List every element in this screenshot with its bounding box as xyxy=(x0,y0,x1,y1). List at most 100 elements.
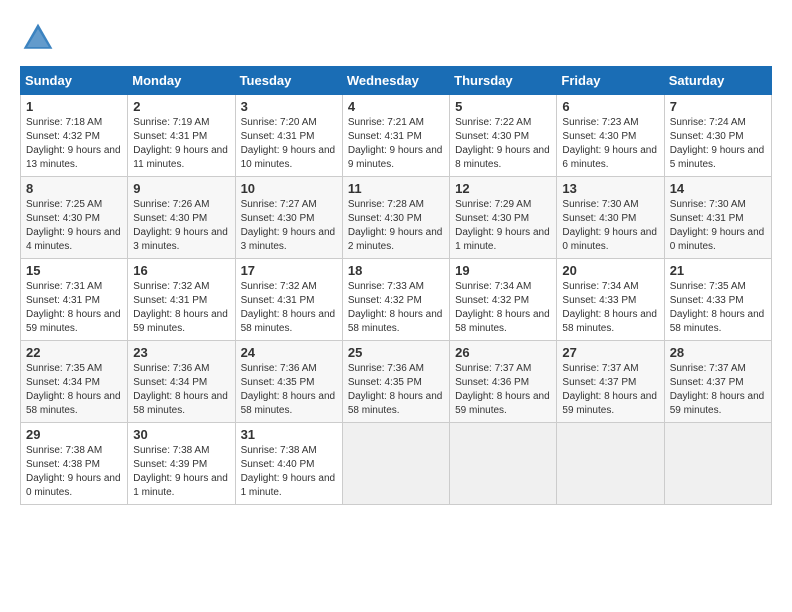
weekday-header-saturday: Saturday xyxy=(664,67,771,95)
day-number: 14 xyxy=(670,181,766,196)
sunrise-time: Sunrise: 7:29 AM xyxy=(455,199,531,210)
day-info: Sunrise: 7:34 AM Sunset: 4:32 PM Dayligh… xyxy=(455,280,551,336)
sunset-time: Sunset: 4:31 PM xyxy=(133,295,207,306)
sunset-time: Sunset: 4:35 PM xyxy=(348,377,422,388)
sunset-time: Sunset: 4:33 PM xyxy=(670,295,744,306)
calendar-table: SundayMondayTuesdayWednesdayThursdayFrid… xyxy=(20,66,772,505)
calendar-cell: 4 Sunrise: 7:21 AM Sunset: 4:31 PM Dayli… xyxy=(342,95,449,177)
day-number: 7 xyxy=(670,99,766,114)
daylight-hours: Daylight: 9 hours and 0 minutes. xyxy=(562,227,657,252)
sunrise-time: Sunrise: 7:35 AM xyxy=(670,281,746,292)
daylight-hours: Daylight: 9 hours and 11 minutes. xyxy=(133,145,228,170)
weekday-header-monday: Monday xyxy=(128,67,235,95)
weekday-header-row: SundayMondayTuesdayWednesdayThursdayFrid… xyxy=(21,67,772,95)
day-number: 12 xyxy=(455,181,551,196)
daylight-hours: Daylight: 9 hours and 13 minutes. xyxy=(26,145,121,170)
sunset-time: Sunset: 4:37 PM xyxy=(562,377,636,388)
sunrise-time: Sunrise: 7:18 AM xyxy=(26,117,102,128)
daylight-hours: Daylight: 9 hours and 2 minutes. xyxy=(348,227,443,252)
calendar-cell: 18 Sunrise: 7:33 AM Sunset: 4:32 PM Dayl… xyxy=(342,259,449,341)
calendar-cell: 17 Sunrise: 7:32 AM Sunset: 4:31 PM Dayl… xyxy=(235,259,342,341)
sunset-time: Sunset: 4:30 PM xyxy=(455,213,529,224)
day-number: 19 xyxy=(455,263,551,278)
calendar-cell: 16 Sunrise: 7:32 AM Sunset: 4:31 PM Dayl… xyxy=(128,259,235,341)
day-info: Sunrise: 7:37 AM Sunset: 4:37 PM Dayligh… xyxy=(670,362,766,418)
daylight-hours: Daylight: 9 hours and 0 minutes. xyxy=(26,473,121,498)
sunrise-time: Sunrise: 7:34 AM xyxy=(562,281,638,292)
day-info: Sunrise: 7:36 AM Sunset: 4:35 PM Dayligh… xyxy=(241,362,337,418)
sunrise-time: Sunrise: 7:28 AM xyxy=(348,199,424,210)
sunrise-time: Sunrise: 7:32 AM xyxy=(241,281,317,292)
day-number: 20 xyxy=(562,263,658,278)
sunset-time: Sunset: 4:36 PM xyxy=(455,377,529,388)
calendar-cell: 29 Sunrise: 7:38 AM Sunset: 4:38 PM Dayl… xyxy=(21,423,128,505)
calendar-cell: 7 Sunrise: 7:24 AM Sunset: 4:30 PM Dayli… xyxy=(664,95,771,177)
sunrise-time: Sunrise: 7:38 AM xyxy=(133,445,209,456)
sunset-time: Sunset: 4:32 PM xyxy=(455,295,529,306)
sunrise-time: Sunrise: 7:23 AM xyxy=(562,117,638,128)
sunset-time: Sunset: 4:35 PM xyxy=(241,377,315,388)
sunset-time: Sunset: 4:40 PM xyxy=(241,459,315,470)
day-info: Sunrise: 7:34 AM Sunset: 4:33 PM Dayligh… xyxy=(562,280,658,336)
weekday-header-tuesday: Tuesday xyxy=(235,67,342,95)
daylight-hours: Daylight: 8 hours and 58 minutes. xyxy=(241,309,336,334)
daylight-hours: Daylight: 8 hours and 58 minutes. xyxy=(348,391,443,416)
daylight-hours: Daylight: 9 hours and 8 minutes. xyxy=(455,145,550,170)
sunset-time: Sunset: 4:32 PM xyxy=(348,295,422,306)
day-number: 30 xyxy=(133,427,229,442)
sunset-time: Sunset: 4:30 PM xyxy=(670,131,744,142)
calendar-week-1: 1 Sunrise: 7:18 AM Sunset: 4:32 PM Dayli… xyxy=(21,95,772,177)
day-number: 23 xyxy=(133,345,229,360)
calendar-cell: 5 Sunrise: 7:22 AM Sunset: 4:30 PM Dayli… xyxy=(450,95,557,177)
sunset-time: Sunset: 4:31 PM xyxy=(241,131,315,142)
sunrise-time: Sunrise: 7:37 AM xyxy=(670,363,746,374)
daylight-hours: Daylight: 8 hours and 58 minutes. xyxy=(241,391,336,416)
day-info: Sunrise: 7:36 AM Sunset: 4:35 PM Dayligh… xyxy=(348,362,444,418)
sunrise-time: Sunrise: 7:30 AM xyxy=(670,199,746,210)
calendar-cell: 28 Sunrise: 7:37 AM Sunset: 4:37 PM Dayl… xyxy=(664,341,771,423)
day-info: Sunrise: 7:38 AM Sunset: 4:38 PM Dayligh… xyxy=(26,444,122,500)
day-info: Sunrise: 7:27 AM Sunset: 4:30 PM Dayligh… xyxy=(241,198,337,254)
day-number: 31 xyxy=(241,427,337,442)
sunset-time: Sunset: 4:38 PM xyxy=(26,459,100,470)
page-header xyxy=(20,20,772,56)
daylight-hours: Daylight: 8 hours and 59 minutes. xyxy=(133,309,228,334)
day-number: 25 xyxy=(348,345,444,360)
calendar-week-5: 29 Sunrise: 7:38 AM Sunset: 4:38 PM Dayl… xyxy=(21,423,772,505)
day-info: Sunrise: 7:25 AM Sunset: 4:30 PM Dayligh… xyxy=(26,198,122,254)
daylight-hours: Daylight: 9 hours and 1 minute. xyxy=(133,473,228,498)
calendar-week-3: 15 Sunrise: 7:31 AM Sunset: 4:31 PM Dayl… xyxy=(21,259,772,341)
calendar-body: 1 Sunrise: 7:18 AM Sunset: 4:32 PM Dayli… xyxy=(21,95,772,505)
day-number: 1 xyxy=(26,99,122,114)
day-info: Sunrise: 7:36 AM Sunset: 4:34 PM Dayligh… xyxy=(133,362,229,418)
sunset-time: Sunset: 4:37 PM xyxy=(670,377,744,388)
calendar-cell: 11 Sunrise: 7:28 AM Sunset: 4:30 PM Dayl… xyxy=(342,177,449,259)
day-number: 11 xyxy=(348,181,444,196)
day-info: Sunrise: 7:32 AM Sunset: 4:31 PM Dayligh… xyxy=(241,280,337,336)
calendar-cell: 22 Sunrise: 7:35 AM Sunset: 4:34 PM Dayl… xyxy=(21,341,128,423)
weekday-header-friday: Friday xyxy=(557,67,664,95)
sunrise-time: Sunrise: 7:36 AM xyxy=(348,363,424,374)
sunrise-time: Sunrise: 7:20 AM xyxy=(241,117,317,128)
sunset-time: Sunset: 4:30 PM xyxy=(562,131,636,142)
daylight-hours: Daylight: 9 hours and 3 minutes. xyxy=(241,227,336,252)
weekday-header-sunday: Sunday xyxy=(21,67,128,95)
sunset-time: Sunset: 4:32 PM xyxy=(26,131,100,142)
calendar-cell: 13 Sunrise: 7:30 AM Sunset: 4:30 PM Dayl… xyxy=(557,177,664,259)
day-number: 26 xyxy=(455,345,551,360)
daylight-hours: Daylight: 9 hours and 3 minutes. xyxy=(133,227,228,252)
day-info: Sunrise: 7:37 AM Sunset: 4:36 PM Dayligh… xyxy=(455,362,551,418)
calendar-week-2: 8 Sunrise: 7:25 AM Sunset: 4:30 PM Dayli… xyxy=(21,177,772,259)
day-number: 15 xyxy=(26,263,122,278)
day-info: Sunrise: 7:33 AM Sunset: 4:32 PM Dayligh… xyxy=(348,280,444,336)
day-info: Sunrise: 7:31 AM Sunset: 4:31 PM Dayligh… xyxy=(26,280,122,336)
calendar-cell: 1 Sunrise: 7:18 AM Sunset: 4:32 PM Dayli… xyxy=(21,95,128,177)
calendar-cell: 9 Sunrise: 7:26 AM Sunset: 4:30 PM Dayli… xyxy=(128,177,235,259)
daylight-hours: Daylight: 8 hours and 59 minutes. xyxy=(455,391,550,416)
sunrise-time: Sunrise: 7:36 AM xyxy=(241,363,317,374)
day-info: Sunrise: 7:20 AM Sunset: 4:31 PM Dayligh… xyxy=(241,116,337,172)
calendar-cell: 6 Sunrise: 7:23 AM Sunset: 4:30 PM Dayli… xyxy=(557,95,664,177)
calendar-cell: 24 Sunrise: 7:36 AM Sunset: 4:35 PM Dayl… xyxy=(235,341,342,423)
sunrise-time: Sunrise: 7:24 AM xyxy=(670,117,746,128)
day-info: Sunrise: 7:37 AM Sunset: 4:37 PM Dayligh… xyxy=(562,362,658,418)
